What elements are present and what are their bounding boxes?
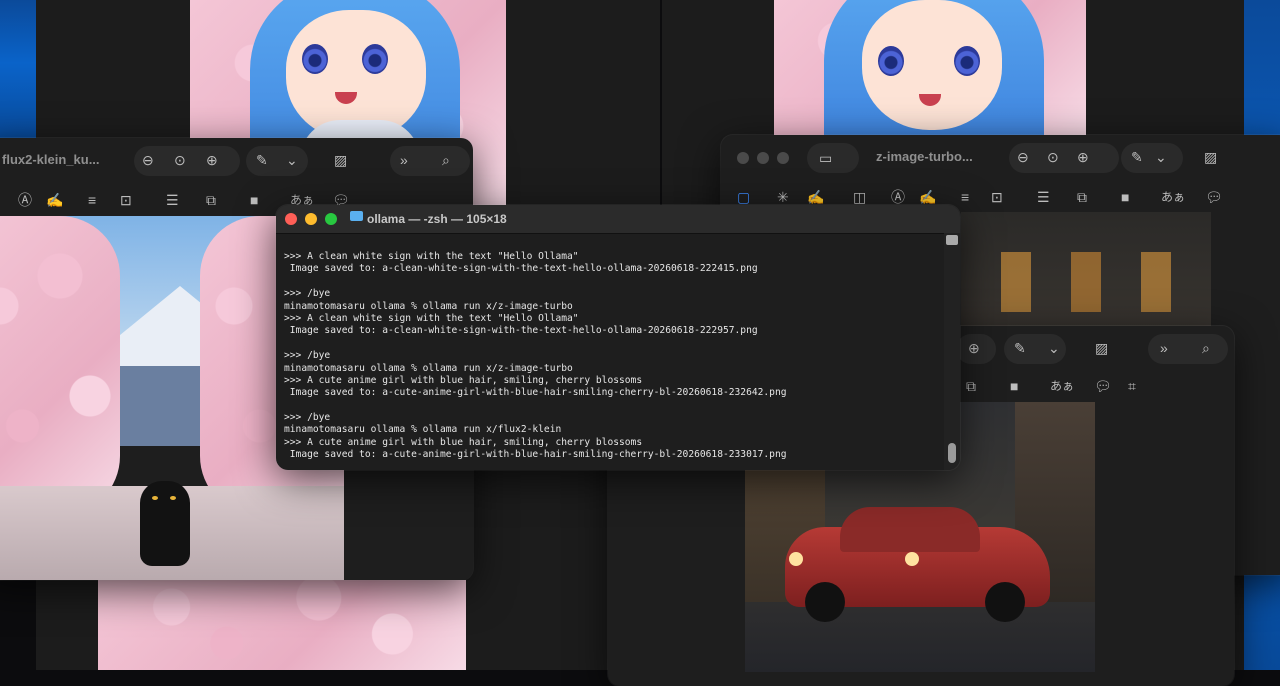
terminal-line: >>> /bye — [284, 412, 331, 424]
border-color-icon[interactable]: ⧉ — [1077, 189, 1087, 205]
black-cat — [140, 481, 190, 566]
terminal-line: Image saved to: a-clean-white-sign-with-… — [284, 325, 758, 337]
zoom-in-icon[interactable]: ⊕ — [1077, 149, 1089, 165]
more-chevron-icon[interactable]: » — [1160, 340, 1168, 356]
terminal-title: ollama — -zsh — 105×18 — [367, 212, 507, 226]
minimize-button[interactable] — [305, 213, 317, 225]
minimize-button[interactable] — [757, 152, 769, 164]
terminal-window[interactable]: ollama — -zsh — 105×18 >>> A clean white… — [276, 205, 960, 470]
terminal-output[interactable]: >>> A clean white sign with the text "He… — [284, 251, 934, 462]
text-style-glyph[interactable]: あぁ — [1050, 378, 1074, 394]
sidebar-toggle-group[interactable] — [807, 143, 859, 173]
terminal-scrollbar[interactable] — [944, 233, 960, 470]
crop-icon[interactable]: ⌗ — [1128, 378, 1136, 394]
border-color-icon[interactable]: ⧉ — [966, 378, 976, 394]
more-chevron-icon[interactable]: » — [400, 152, 408, 168]
terminal-line: >>> A cute anime girl with blue hair, sm… — [284, 436, 643, 448]
sketch-icon[interactable]: ✍ — [807, 189, 824, 205]
image-adjust-icon[interactable]: ▨ — [334, 152, 347, 168]
search-icon[interactable]: ⌕ — [1202, 340, 1210, 356]
terminal-line: minamotomasaru ollama % ollama run x/flu… — [284, 424, 562, 436]
search-icon[interactable]: ⌕ — [442, 152, 450, 168]
terminal-line: minamotomasaru ollama % ollama run x/z-i… — [284, 300, 573, 312]
markup-pen-icon[interactable]: ✎ — [1131, 149, 1143, 165]
actual-size-icon[interactable]: ⊙ — [174, 152, 186, 168]
shapes-icon[interactable]: ◫ — [853, 189, 866, 205]
adjust-color-icon[interactable]: ≡ — [961, 189, 969, 205]
terminal-line: >>> A cute anime girl with blue hair, sm… — [284, 374, 643, 386]
terminal-line: Image saved to: a-cute-anime-girl-with-b… — [284, 449, 787, 461]
terminal-line: minamotomasaru ollama % ollama run x/z-i… — [284, 362, 573, 374]
close-button[interactable] — [737, 152, 749, 164]
desktop-wallpaper-left — [0, 0, 36, 140]
scrollbar-thumb[interactable] — [948, 443, 956, 463]
chevron-down-icon[interactable]: ⌄ — [286, 152, 298, 168]
close-button[interactable] — [285, 213, 297, 225]
terminal-line: >>> A clean white sign with the text "He… — [284, 312, 579, 324]
terminal-line: Image saved to: a-clean-white-sign-with-… — [284, 263, 758, 275]
crop-size-icon[interactable]: ⊡ — [991, 189, 1003, 205]
sign-icon[interactable]: ✍ — [46, 192, 63, 208]
terminal-line: >>> /bye — [284, 288, 331, 300]
border-color-icon[interactable]: ⧉ — [206, 192, 216, 208]
line-style-icon[interactable]: ☰ — [166, 192, 179, 208]
scrollbar-marker — [946, 235, 958, 245]
zoom-out-icon[interactable]: ⊖ — [1017, 149, 1029, 165]
annotate-icon[interactable]: 💬︎ — [1205, 189, 1223, 205]
sidebar-icon[interactable]: ▭ — [819, 150, 832, 166]
fill-color-icon[interactable]: ■ — [1121, 189, 1129, 205]
fill-color-icon[interactable]: ■ — [1010, 378, 1018, 394]
terminal-line: Image saved to: a-cute-anime-girl-with-b… — [284, 387, 787, 399]
window-title: flux2-klein_ku... — [2, 152, 100, 167]
image-adjust-icon[interactable]: ▨ — [1204, 149, 1217, 165]
terminal-line: >>> A clean white sign with the text "He… — [284, 251, 579, 262]
text-box-icon[interactable]: Ⓐ — [891, 189, 905, 205]
text-box-icon[interactable]: Ⓐ — [18, 192, 32, 208]
terminal-line: >>> /bye — [284, 350, 331, 362]
annotate-icon[interactable]: 💬︎ — [1094, 378, 1112, 394]
zoom-in-icon[interactable]: ⊕ — [206, 152, 218, 168]
anime-girl-image-right — [774, 0, 1086, 136]
adjust-color-icon[interactable]: ≡ — [88, 192, 96, 208]
crop-size-icon[interactable]: ⊡ — [120, 192, 132, 208]
chevron-down-icon[interactable]: ⌄ — [1155, 149, 1167, 165]
markup-pen-icon[interactable]: ✎ — [256, 152, 268, 168]
fill-color-icon[interactable]: ■ — [250, 192, 258, 208]
zoom-out-icon[interactable]: ⊖ — [142, 152, 154, 168]
folder-icon — [350, 211, 363, 221]
text-style-glyph[interactable]: あぁ — [1161, 189, 1185, 205]
markup-pen-icon[interactable]: ✎ — [1014, 340, 1026, 356]
zoom-button[interactable] — [325, 213, 337, 225]
line-style-icon[interactable]: ☰ — [1037, 189, 1050, 205]
selection-tool-icon[interactable]: ▢ — [737, 189, 750, 205]
sign-icon[interactable]: ✍ — [919, 189, 936, 205]
image-adjust-icon[interactable]: ▨ — [1095, 340, 1108, 356]
chevron-down-icon[interactable]: ⌄ — [1048, 340, 1060, 356]
instant-alpha-icon[interactable]: ✳ — [777, 189, 789, 205]
cherry-blossom-image-bottom — [98, 580, 466, 670]
zoom-in-icon[interactable]: ⊕ — [968, 340, 980, 356]
zoom-button[interactable] — [777, 152, 789, 164]
actual-size-icon[interactable]: ⊙ — [1047, 149, 1059, 165]
window-title: z-image-turbo... — [876, 149, 973, 164]
